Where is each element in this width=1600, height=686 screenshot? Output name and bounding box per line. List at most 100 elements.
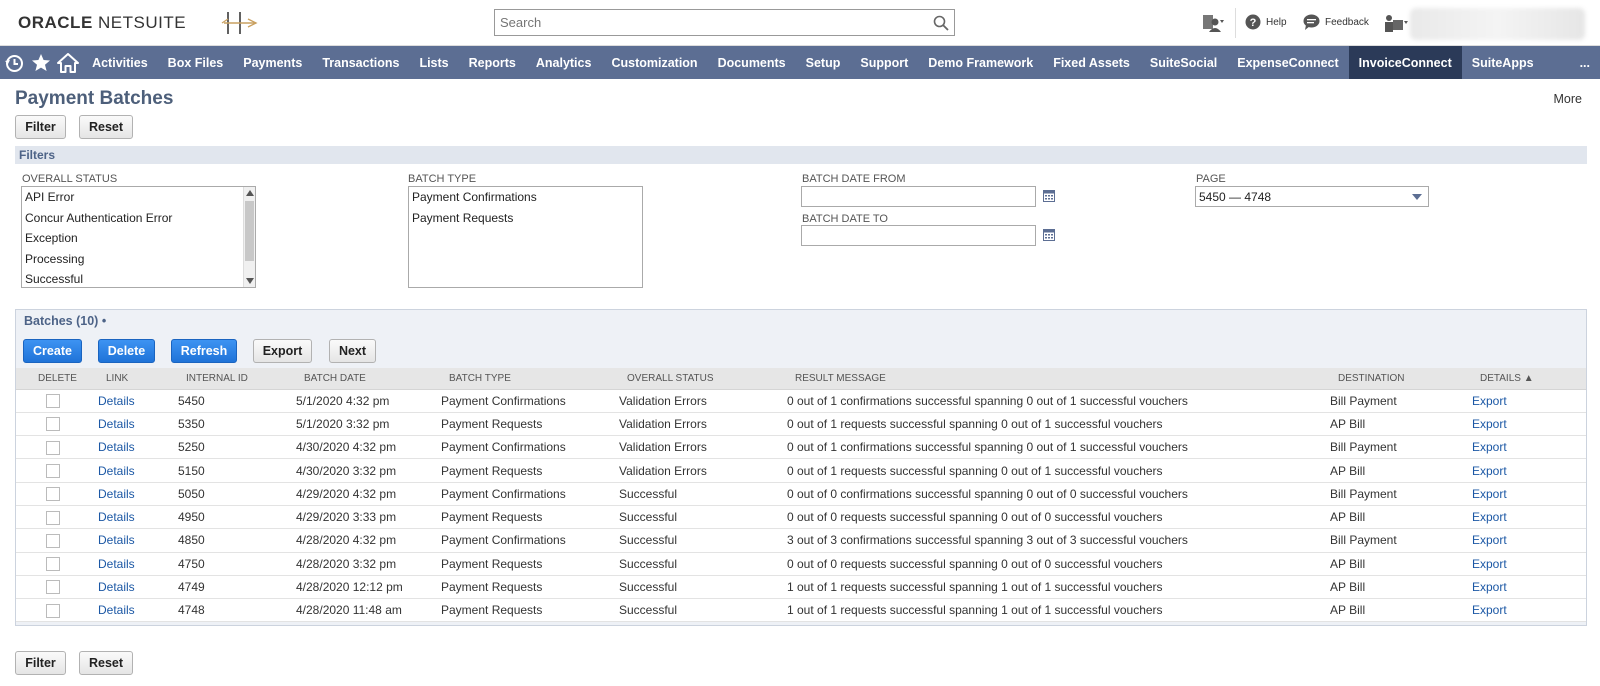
overall-status-option[interactable]: Processing <box>22 249 255 270</box>
delete-checkbox-cell[interactable] <box>16 505 96 530</box>
overall-status-option[interactable]: Exception <box>22 228 255 249</box>
column-header-link[interactable]: LINK <box>96 368 176 390</box>
scroll-down-arrow-icon[interactable] <box>246 278 254 284</box>
column-header-destination[interactable]: DESTINATION <box>1330 368 1472 390</box>
delete-checkbox[interactable] <box>46 580 60 595</box>
delete-checkbox-cell[interactable] <box>16 575 96 600</box>
help-link[interactable]: ? Help <box>1245 14 1287 30</box>
export-link[interactable]: Export <box>1472 552 1586 576</box>
refresh-button[interactable]: Refresh <box>171 339 237 363</box>
nav-suiteapps[interactable]: SuiteApps <box>1462 46 1544 79</box>
delete-checkbox-cell[interactable] <box>16 412 96 437</box>
delete-checkbox[interactable] <box>46 557 60 572</box>
delete-checkbox[interactable] <box>46 510 60 525</box>
filter-button-top[interactable]: Filter <box>15 115 66 139</box>
nav-invoiceconnect[interactable]: InvoiceConnect <box>1348 46 1462 79</box>
batch-type-listbox[interactable]: Payment Confirmations Payment Requests <box>408 186 643 288</box>
scroll-up-arrow-icon[interactable] <box>246 190 254 196</box>
nav-activities[interactable]: Activities <box>82 46 158 79</box>
nav-payments[interactable]: Payments <box>233 46 312 79</box>
more-actions-link[interactable]: More <box>1554 92 1582 106</box>
nav-expenseconnect[interactable]: ExpenseConnect <box>1227 46 1348 79</box>
delete-checkbox[interactable] <box>46 440 60 455</box>
column-header-batch-type[interactable]: BATCH TYPE <box>441 368 619 390</box>
delete-checkbox-cell[interactable] <box>16 482 96 506</box>
user-profile-menu[interactable] <box>1410 8 1585 40</box>
batch-date-from-input[interactable] <box>801 186 1036 207</box>
reset-button-top[interactable]: Reset <box>79 115 133 139</box>
export-link[interactable]: Export <box>1472 412 1586 437</box>
batches-section-header[interactable]: Batches (10) • <box>24 314 106 328</box>
overall-status-listbox[interactable]: API Error Concur Authentication Error Ex… <box>21 186 256 288</box>
export-link[interactable]: Export <box>1472 598 1586 623</box>
batch-date-to-input[interactable] <box>801 225 1036 246</box>
netsuite-logo[interactable]: ORACLE NETSUITE <box>18 13 186 33</box>
details-link[interactable]: Details <box>96 458 176 483</box>
delete-checkbox-cell[interactable] <box>16 389 96 413</box>
nav-transactions[interactable]: Transactions <box>312 46 409 79</box>
delete-checkbox[interactable] <box>46 394 60 409</box>
create-button[interactable]: Create <box>23 339 82 363</box>
delete-checkbox[interactable] <box>46 533 60 548</box>
details-link[interactable]: Details <box>96 528 176 553</box>
export-link[interactable]: Export <box>1472 505 1586 530</box>
export-link[interactable]: Export <box>1472 435 1586 460</box>
export-link[interactable]: Export <box>1472 575 1586 600</box>
nav-support[interactable]: Support <box>850 46 918 79</box>
details-link[interactable]: Details <box>96 435 176 460</box>
nav-customization[interactable]: Customization <box>601 46 707 79</box>
details-link[interactable]: Details <box>96 412 176 437</box>
delete-checkbox[interactable] <box>46 463 60 478</box>
reset-button-bottom[interactable]: Reset <box>79 651 133 675</box>
overall-status-option[interactable]: Successful <box>22 269 255 290</box>
details-link[interactable]: Details <box>96 575 176 600</box>
nav-analytics[interactable]: Analytics <box>526 46 602 79</box>
nav-box-files[interactable]: Box Files <box>158 46 234 79</box>
nav-demo-framework[interactable]: Demo Framework <box>918 46 1043 79</box>
nav-more-menu[interactable]: ... <box>1544 46 1600 79</box>
recent-records-menu[interactable] <box>1202 14 1224 32</box>
delete-button[interactable]: Delete <box>98 339 155 363</box>
nav-setup[interactable]: Setup <box>796 46 851 79</box>
nav-suitesocial[interactable]: SuiteSocial <box>1140 46 1227 79</box>
nav-lists[interactable]: Lists <box>409 46 458 79</box>
delete-checkbox-cell[interactable] <box>16 552 96 576</box>
delete-checkbox-cell[interactable] <box>16 598 96 623</box>
nav-documents[interactable]: Documents <box>708 46 796 79</box>
overall-status-option[interactable]: API Error <box>22 187 255 208</box>
details-link[interactable]: Details <box>96 598 176 623</box>
export-link[interactable]: Export <box>1472 458 1586 483</box>
batch-type-option[interactable]: Payment Requests <box>409 208 642 229</box>
delete-checkbox[interactable] <box>46 603 60 618</box>
page-select[interactable]: 5450 — 4748 <box>1195 186 1429 207</box>
column-header-internal-id[interactable]: INTERNAL ID <box>176 368 296 390</box>
column-header-delete[interactable]: DELETE <box>16 368 96 390</box>
column-header-batch-date[interactable]: BATCH DATE <box>296 368 441 390</box>
nav-reports[interactable]: Reports <box>459 46 526 79</box>
export-link[interactable]: Export <box>1472 528 1586 553</box>
column-header-overall-status[interactable]: OVERALL STATUS <box>619 368 787 390</box>
search-icon[interactable] <box>933 15 949 31</box>
delete-checkbox-cell[interactable] <box>16 435 96 460</box>
calendar-icon[interactable] <box>1043 190 1055 202</box>
batch-type-option[interactable]: Payment Confirmations <box>409 187 642 208</box>
filter-button-bottom[interactable]: Filter <box>15 651 66 675</box>
nav-fixed-assets[interactable]: Fixed Assets <box>1043 46 1140 79</box>
home-button[interactable] <box>55 46 82 79</box>
calendar-icon[interactable] <box>1043 229 1055 241</box>
global-search-input[interactable] <box>494 9 955 36</box>
delete-checkbox-cell[interactable] <box>16 528 96 553</box>
details-link[interactable]: Details <box>96 505 176 530</box>
overall-status-option[interactable]: Concur Authentication Error <box>22 208 255 229</box>
filters-section-header[interactable]: Filters <box>15 146 1587 164</box>
favorites-button[interactable] <box>27 46 54 79</box>
details-link[interactable]: Details <box>96 482 176 506</box>
next-button[interactable]: Next <box>329 339 376 363</box>
export-link[interactable]: Export <box>1472 389 1586 413</box>
details-link[interactable]: Details <box>96 552 176 576</box>
column-header-result-message[interactable]: RESULT MESSAGE <box>787 368 1330 390</box>
scrollbar-thumb[interactable] <box>245 201 254 261</box>
role-switcher-menu[interactable] <box>1383 14 1409 32</box>
column-header-details[interactable]: DETAILS ▲ <box>1472 368 1586 390</box>
export-button[interactable]: Export <box>253 339 312 363</box>
